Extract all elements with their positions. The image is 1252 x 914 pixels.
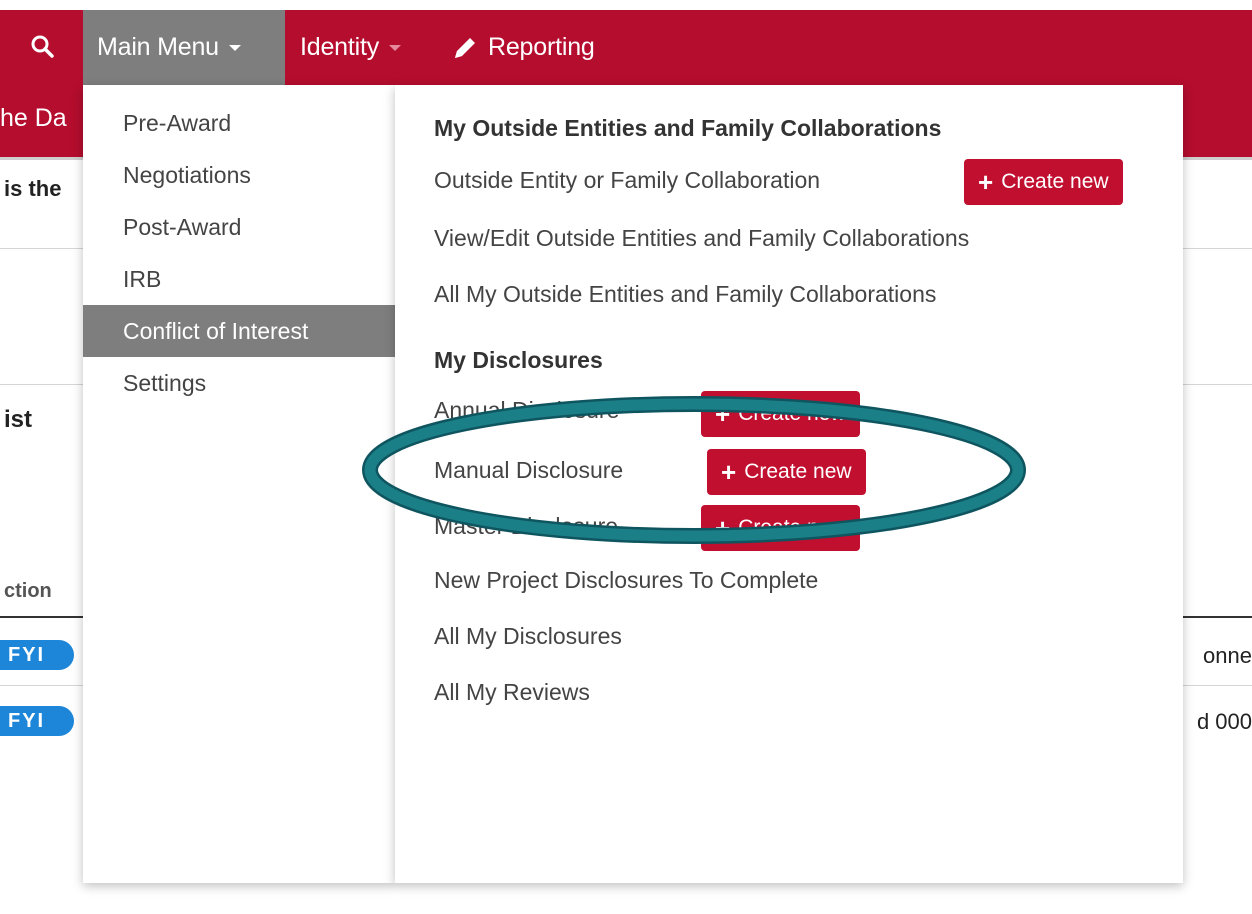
reporting-link[interactable]: Reporting (452, 10, 595, 85)
menu-item-label: Conflict of Interest (123, 317, 309, 344)
main-menu-dropdown[interactable]: Main Menu (83, 10, 285, 85)
menu-item-post-award[interactable]: Post-Award (83, 201, 395, 253)
page-text-fragment: is the (4, 176, 62, 201)
search-icon (31, 35, 54, 58)
highlight-oval-annotation (362, 396, 1026, 544)
menu-item-label: Post-Award (123, 213, 242, 240)
section-heading-fragment: ist (4, 406, 33, 433)
main-menu-label: Main Menu (97, 33, 219, 61)
caret-down-icon (228, 44, 241, 51)
link-new-project-disclosures[interactable]: New Project Disclosures To Complete (434, 567, 818, 594)
section-heading-my-disclosures: My Disclosures (434, 347, 603, 373)
main-menu-categories: Pre-Award Negotiations Post-Award IRB Co… (83, 85, 395, 883)
table-cell-fragment: onne (1203, 643, 1252, 668)
menu-item-pre-award[interactable]: Pre-Award (83, 97, 395, 149)
caret-down-icon (389, 44, 402, 51)
reporting-label: Reporting (488, 33, 595, 61)
top-navbar: Main Menu Identity Reporting (0, 10, 1252, 85)
menu-item-irb[interactable]: IRB (83, 253, 395, 305)
link-all-my-reviews[interactable]: All My Reviews (434, 679, 590, 706)
menu-item-label: Negotiations (123, 161, 251, 188)
menu-item-label: Settings (123, 369, 207, 396)
fyi-badge: FYI (0, 706, 74, 736)
search-button[interactable] (22, 23, 62, 69)
table-column-header-fragment: ction (4, 580, 52, 602)
pencil-icon (455, 37, 475, 58)
link-view-edit-outside-entities[interactable]: View/Edit Outside Entities and Family Co… (434, 225, 969, 252)
table-cell-fragment: d 000 (1196, 709, 1252, 734)
menu-item-conflict-of-interest[interactable]: Conflict of Interest (83, 305, 395, 357)
link-all-outside-entities[interactable]: All My Outside Entities and Family Colla… (434, 281, 936, 308)
link-all-my-disclosures[interactable]: All My Disclosures (434, 623, 622, 650)
menu-item-negotiations[interactable]: Negotiations (83, 149, 395, 201)
create-new-outside-entity-button[interactable]: + Create new (964, 159, 1123, 205)
menu-item-settings[interactable]: Settings (83, 357, 395, 409)
section-heading-outside-entities: My Outside Entities and Family Collabora… (434, 115, 942, 141)
link-outside-entity-collaboration[interactable]: Outside Entity or Family Collaboration (434, 167, 820, 194)
identity-label: Identity (300, 33, 380, 61)
menu-item-label: IRB (123, 265, 162, 292)
menu-item-label: Pre-Award (123, 109, 232, 136)
create-new-label: Create new (1001, 170, 1109, 193)
identity-dropdown[interactable]: Identity (300, 10, 402, 85)
fyi-badge: FYI (0, 640, 74, 670)
plus-icon: + (978, 167, 994, 197)
subheader-title-fragment: he Da (0, 104, 67, 132)
